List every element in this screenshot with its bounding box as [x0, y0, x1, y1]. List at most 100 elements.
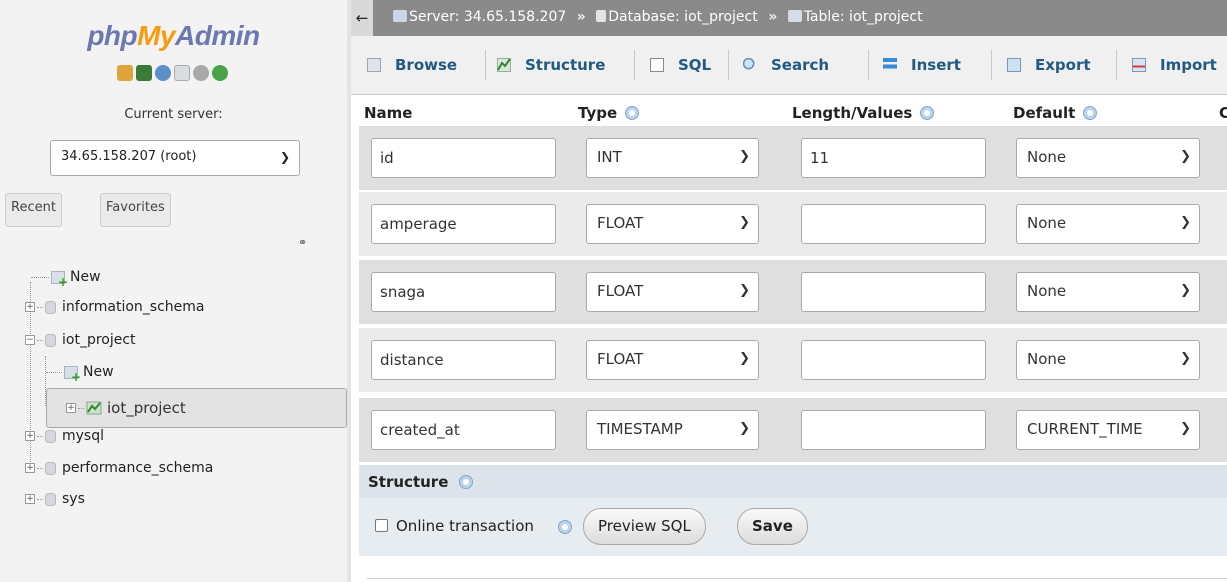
- column-name-input[interactable]: id: [371, 138, 556, 178]
- current-server-label: Current server:: [124, 107, 223, 122]
- expand-icon[interactable]: +: [25, 302, 35, 312]
- collapse-nav-icon[interactable]: ←: [351, 0, 373, 36]
- column-default-select[interactable]: None ❯: [1016, 272, 1200, 312]
- column-length-input[interactable]: [801, 204, 986, 244]
- column-name-input[interactable]: snaga: [371, 272, 556, 312]
- breadcrumb-server[interactable]: Server: 34.65.158.207: [409, 9, 566, 25]
- structure-icon: [86, 401, 102, 415]
- database-icon: [45, 300, 56, 314]
- settings-icon[interactable]: [193, 65, 209, 81]
- favorites-button[interactable]: Favorites: [100, 193, 171, 227]
- reload-icon[interactable]: [212, 65, 228, 81]
- help-icon[interactable]: [558, 520, 572, 534]
- chevron-down-icon: ❯: [1180, 421, 1191, 436]
- table-row: created_at TIMESTAMP ❯ CURRENT_TIME ❯: [359, 398, 1227, 462]
- database-icon: [45, 429, 56, 443]
- chevron-down-icon: ❯: [1180, 283, 1191, 298]
- column-type-select[interactable]: FLOAT ❯: [586, 204, 759, 244]
- column-length-input[interactable]: [801, 340, 986, 380]
- column-header-name: Name: [364, 104, 413, 122]
- database-icon: [45, 461, 56, 475]
- tree-item-iot-project-new[interactable]: New: [46, 357, 114, 387]
- search-icon: [743, 58, 757, 72]
- database-icon: [45, 492, 56, 506]
- tree-item-new[interactable]: New: [31, 262, 101, 292]
- chevron-down-icon: ❯: [1180, 215, 1191, 230]
- structure-icon: [497, 58, 511, 72]
- structure-section-header: Structure: [359, 465, 1227, 499]
- browse-icon: [367, 58, 381, 72]
- column-type-select[interactable]: INT ❯: [586, 138, 759, 178]
- documentation-icon[interactable]: [174, 65, 190, 81]
- action-bar: Online transaction Preview SQL Save: [359, 498, 1227, 556]
- chevron-down-icon: ❯: [1180, 149, 1191, 164]
- table-row: id INT ❯ 11 None ❯: [359, 126, 1227, 190]
- online-transaction-checkbox[interactable]: [375, 519, 388, 532]
- tab-structure[interactable]: Structure: [497, 48, 605, 82]
- tab-insert[interactable]: Insert: [883, 48, 961, 82]
- link-icon[interactable]: ⚭: [298, 236, 307, 249]
- table-row: distance FLOAT ❯ None ❯: [359, 328, 1227, 392]
- tree-item-information-schema[interactable]: + information_schema: [25, 292, 205, 322]
- column-name-input[interactable]: created_at: [371, 410, 556, 450]
- collapse-icon[interactable]: −: [25, 335, 35, 345]
- expand-icon[interactable]: +: [66, 403, 76, 413]
- new-table-icon: [64, 365, 81, 384]
- tab-sql[interactable]: SQL: [650, 48, 711, 82]
- column-length-input[interactable]: 11: [801, 138, 986, 178]
- tree-item-sys[interactable]: + sys: [25, 484, 85, 514]
- logout-icon[interactable]: [136, 65, 152, 81]
- tab-search[interactable]: Search: [743, 48, 829, 82]
- column-name-input[interactable]: distance: [371, 340, 556, 380]
- column-length-input[interactable]: [801, 272, 986, 312]
- column-length-input[interactable]: [801, 410, 986, 450]
- chevron-down-icon: ❯: [739, 215, 750, 230]
- expand-icon[interactable]: +: [25, 463, 35, 473]
- help-icon[interactable]: [625, 106, 640, 120]
- help-icon[interactable]: [920, 106, 935, 120]
- column-default-select[interactable]: None ❯: [1016, 204, 1200, 244]
- server-select[interactable]: 34.65.158.207 (root) ❯: [50, 140, 300, 176]
- expand-icon[interactable]: +: [25, 431, 35, 441]
- tree-item-iot-project[interactable]: − iot_project: [25, 325, 136, 355]
- column-header-type: Type: [578, 104, 640, 122]
- help-icon[interactable]: [155, 65, 171, 81]
- column-type-select[interactable]: FLOAT ❯: [586, 272, 759, 312]
- column-header-default: Default: [1013, 104, 1098, 122]
- column-header-collation: C: [1219, 104, 1227, 122]
- preview-sql-button[interactable]: Preview SQL: [583, 508, 706, 545]
- database-icon: [45, 333, 56, 347]
- insert-icon: [883, 58, 897, 72]
- recent-button[interactable]: Recent: [5, 193, 62, 227]
- tab-export[interactable]: Export: [1007, 48, 1091, 82]
- help-icon[interactable]: [1083, 106, 1098, 120]
- database-icon: [596, 10, 607, 22]
- expand-icon[interactable]: +: [25, 494, 35, 504]
- tab-import[interactable]: Import: [1132, 48, 1217, 82]
- breadcrumb: ← Server: 34.65.158.207 » Database: iot_…: [351, 0, 1227, 36]
- breadcrumb-database[interactable]: Database: iot_project: [608, 9, 758, 25]
- column-default-select[interactable]: None ❯: [1016, 138, 1200, 178]
- column-default-select[interactable]: None ❯: [1016, 340, 1200, 380]
- save-button[interactable]: Save: [737, 508, 808, 545]
- tab-browse[interactable]: Browse: [367, 48, 457, 82]
- breadcrumb-table[interactable]: Table: iot_project: [804, 9, 923, 25]
- phpmyadmin-logo[interactable]: phpMyAdmin: [0, 20, 347, 52]
- new-icon: [51, 270, 68, 289]
- tree-item-performance-schema[interactable]: + performance_schema: [25, 453, 213, 483]
- tree-item-mysql[interactable]: + mysql: [25, 421, 104, 451]
- quick-icons: [117, 65, 228, 85]
- column-default-select[interactable]: CURRENT_TIME ❯: [1016, 410, 1200, 450]
- help-icon[interactable]: [459, 475, 473, 489]
- home-icon[interactable]: [117, 65, 133, 81]
- online-transaction-label[interactable]: Online transaction: [396, 517, 534, 535]
- column-header-length: Length/Values: [792, 104, 935, 122]
- divider: [367, 578, 1227, 579]
- column-type-select[interactable]: TIMESTAMP ❯: [586, 410, 759, 450]
- column-name-input[interactable]: amperage: [371, 204, 556, 244]
- column-type-select[interactable]: FLOAT ❯: [586, 340, 759, 380]
- chevron-down-icon: ❯: [739, 351, 750, 366]
- chevron-down-icon: ❯: [739, 283, 750, 298]
- table-row: amperage FLOAT ❯ None ❯: [359, 192, 1227, 256]
- chevron-down-icon: ❯: [1180, 351, 1191, 366]
